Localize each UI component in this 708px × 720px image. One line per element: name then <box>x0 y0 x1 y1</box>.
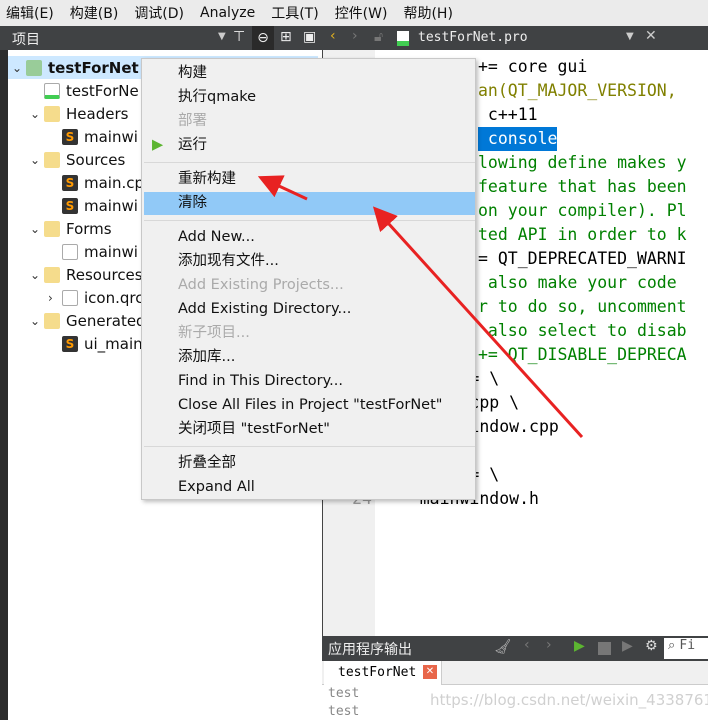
arrow-to-rebuild <box>257 175 308 201</box>
annotation-arrows <box>257 175 584 439</box>
arrow-to-clean <box>372 206 584 439</box>
